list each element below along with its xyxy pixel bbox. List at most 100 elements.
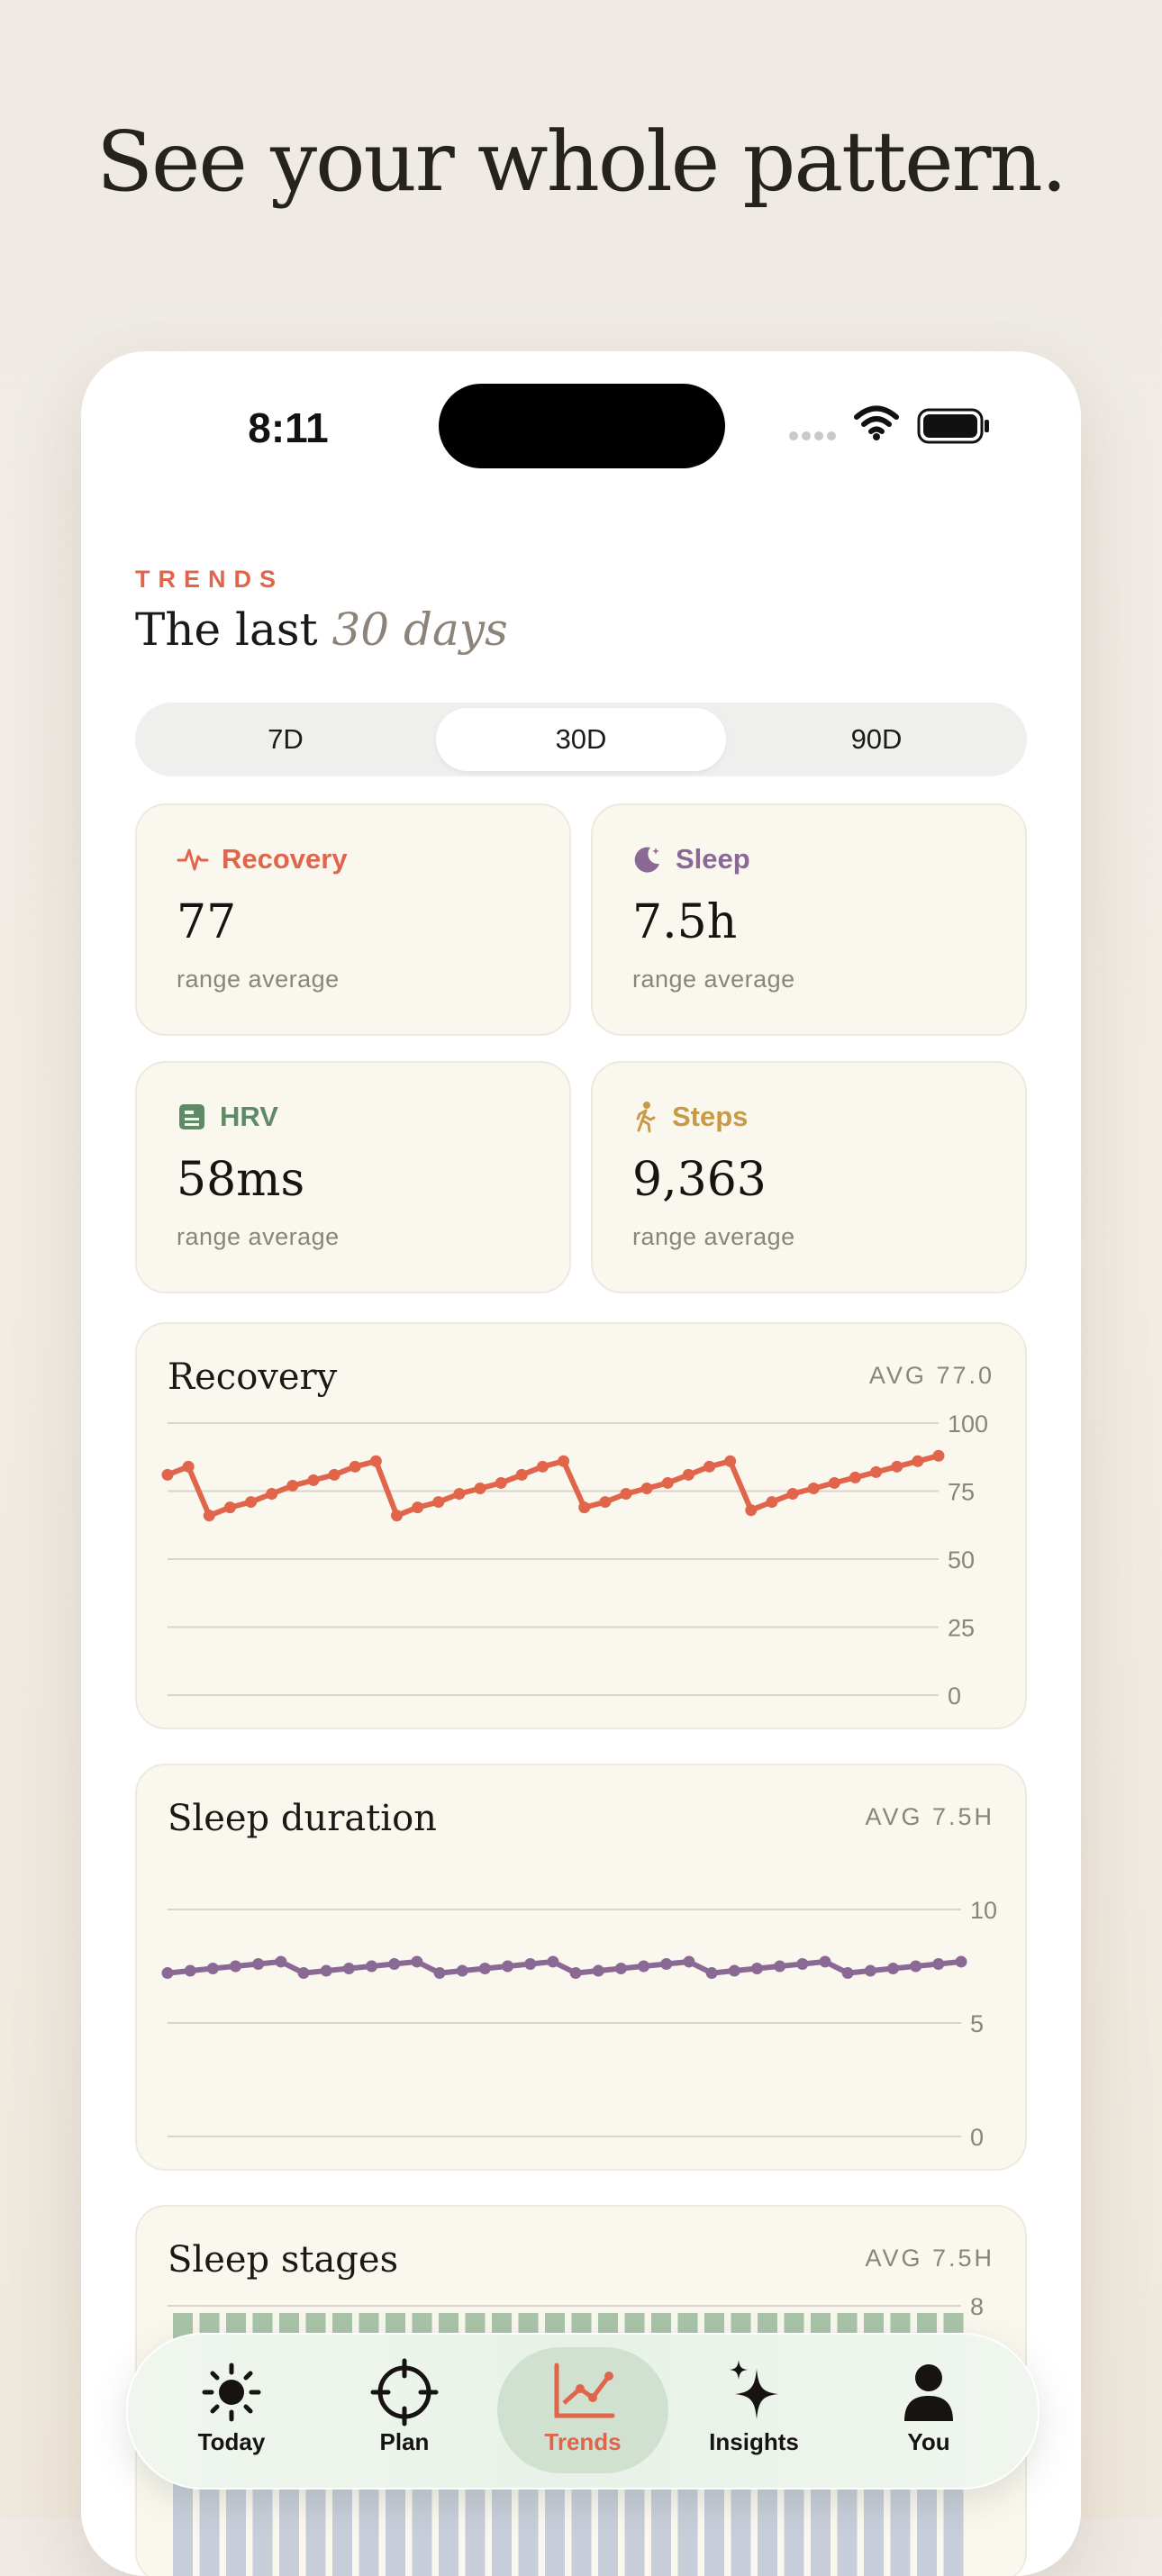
data-point	[275, 1955, 287, 1968]
data-point	[453, 1488, 466, 1501]
y-tick-label: 50	[948, 1547, 975, 1574]
data-point	[320, 1964, 332, 1977]
page-title: The last 30 days	[135, 603, 508, 656]
stat-caption: range average	[632, 1223, 795, 1250]
wifi-icon	[854, 405, 899, 440]
sun-icon	[202, 2363, 261, 2422]
data-point	[724, 1455, 737, 1467]
y-tick-label: 75	[948, 1479, 975, 1506]
data-point	[728, 1964, 740, 1977]
stat-card-recovery[interactable]: Recovery 77 range average	[135, 803, 571, 1036]
stat-card-hrv[interactable]: HRV 58ms range average	[135, 1061, 571, 1293]
data-point	[307, 1474, 320, 1486]
tab-label: Today	[197, 2428, 266, 2455]
section-eyebrow: TRENDS	[135, 566, 285, 593]
range-segmented-control: 7D 30D 90D	[135, 703, 1027, 776]
sleep-duration-line-chart: 10 5 0	[161, 1897, 997, 2151]
data-point	[161, 1468, 174, 1481]
data-point	[203, 1510, 215, 1522]
data-point	[620, 1488, 632, 1501]
data-point	[369, 1455, 382, 1467]
trends-chart-icon	[554, 2363, 615, 2418]
data-point	[547, 1955, 559, 1968]
tab-you[interactable]: You	[843, 2347, 1014, 2473]
status-time: 8:11	[248, 404, 329, 451]
y-tick-label: 10	[970, 1897, 997, 1924]
y-tick-label: 100	[948, 1410, 988, 1438]
sleep-duration-chart-card: Sleep duration AVG 7.5H 10 5 0	[135, 1764, 1027, 2171]
stat-label: Steps	[672, 1101, 749, 1132]
data-point	[182, 1460, 195, 1473]
data-point	[328, 1468, 340, 1481]
data-point	[704, 1460, 716, 1473]
data-point	[558, 1455, 570, 1467]
data-point	[456, 1964, 468, 1977]
data-point	[660, 1957, 673, 1970]
data-point	[661, 1476, 674, 1489]
stat-value: 77	[177, 895, 237, 949]
tab-today[interactable]: Today	[146, 2347, 317, 2473]
data-point	[819, 1955, 831, 1968]
data-point	[502, 1960, 514, 1973]
data-point	[524, 1957, 537, 1970]
stat-card-steps[interactable]: Steps 9,363 range average	[591, 1061, 1027, 1293]
data-point	[342, 1963, 355, 1975]
tab-label: You	[907, 2428, 950, 2455]
series-line	[166, 1453, 940, 1519]
data-point	[705, 1967, 718, 1980]
person-icon	[904, 2364, 953, 2421]
walking-icon	[636, 1102, 656, 1133]
data-point	[796, 1957, 809, 1970]
data-point	[912, 1455, 924, 1467]
data-point	[828, 1476, 840, 1489]
dynamic-island	[439, 384, 725, 468]
cellular-signal-icon	[789, 429, 840, 445]
data-point	[349, 1460, 361, 1473]
bottom-tab-bar: Today Plan Trends Insights You	[126, 2333, 1039, 2490]
recovery-chart-card: Recovery AVG 77.0 100 75 50 25 0	[135, 1322, 1027, 1729]
stat-caption: range average	[632, 966, 795, 993]
y-tick-label: 0	[948, 1683, 961, 1710]
data-point	[286, 1479, 299, 1492]
data-point	[536, 1460, 549, 1473]
data-point	[638, 1960, 650, 1973]
data-point	[297, 1967, 310, 1980]
recovery-line-chart: 100 75 50 25 0	[161, 1410, 988, 1710]
data-point	[412, 1501, 424, 1514]
tab-label: Plan	[379, 2428, 430, 2455]
hrv-icon	[179, 1104, 204, 1129]
stat-caption: range average	[177, 966, 340, 993]
y-tick-label: 25	[948, 1615, 975, 1642]
moon-icon	[634, 847, 659, 873]
page-title-range: 30 days	[331, 603, 508, 656]
data-point	[849, 1471, 861, 1483]
data-point	[891, 1460, 903, 1473]
data-point	[886, 1963, 899, 1975]
data-point	[184, 1964, 196, 1977]
stat-card-sleep[interactable]: Sleep 7.5h range average	[591, 803, 1027, 1036]
sparkles-icon	[730, 2360, 778, 2419]
data-point	[433, 1967, 446, 1980]
stat-label: HRV	[220, 1101, 278, 1132]
y-tick-label: 8	[970, 2293, 984, 2320]
data-point	[786, 1488, 799, 1501]
range-tab-90d[interactable]: 90D	[731, 708, 1021, 771]
range-tab-7d[interactable]: 7D	[141, 708, 431, 771]
data-point	[807, 1482, 820, 1494]
data-point	[432, 1496, 445, 1509]
data-point	[474, 1482, 486, 1494]
range-tab-30d[interactable]: 30D	[436, 708, 726, 771]
data-point	[841, 1967, 854, 1980]
page-title-prefix: The last	[135, 603, 318, 656]
stat-value: 7.5h	[632, 895, 738, 949]
stat-value: 9,363	[632, 1153, 767, 1207]
data-point	[745, 1504, 758, 1517]
data-point	[640, 1482, 653, 1494]
tab-plan[interactable]: Plan	[319, 2347, 490, 2473]
data-point	[774, 1960, 786, 1973]
data-point	[910, 1960, 922, 1973]
tab-insights[interactable]: Insights	[668, 2347, 840, 2473]
tab-trends[interactable]: Trends	[497, 2347, 668, 2473]
data-point	[161, 1967, 174, 1980]
phone-frame: 8:11 TRENDS The last 30 days 7D 30D 90D …	[81, 351, 1081, 2576]
